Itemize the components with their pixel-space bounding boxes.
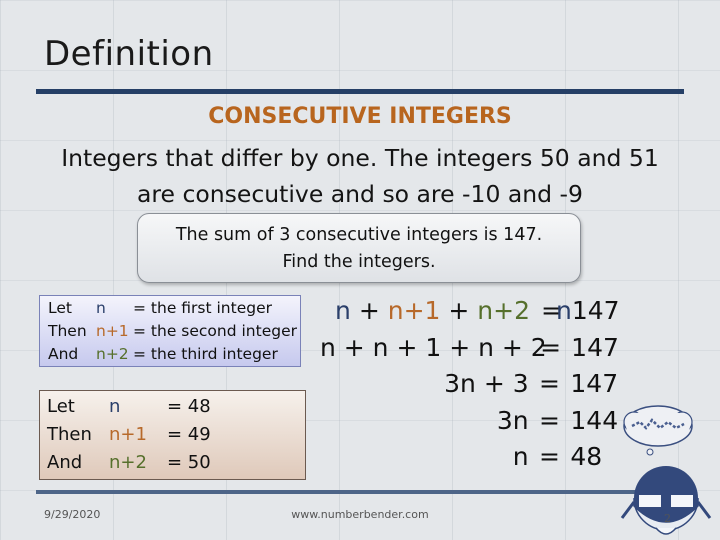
definition-row: Let n = the first integer xyxy=(48,297,300,320)
row-expression: n+1 xyxy=(96,322,129,340)
row-description: = the first integer xyxy=(133,299,272,317)
row-expression: n+2 xyxy=(96,345,129,363)
equation-rhs: n147 xyxy=(556,293,622,330)
row-value: = 48 xyxy=(167,396,211,417)
row-value: = 50 xyxy=(167,452,211,473)
equation-lhs: n xyxy=(512,442,529,471)
definition-row: Then n+1 = the second integer xyxy=(48,320,300,343)
equation-row: n + n + 1 + n + 2 = 147 xyxy=(320,330,630,367)
footer-page-number: 2 xyxy=(664,512,671,525)
answer-row: Then n+1 = 49 xyxy=(47,421,305,449)
equals-sign: = xyxy=(539,405,560,435)
row-keyword: Let xyxy=(48,299,72,317)
row-keyword: Then xyxy=(47,424,92,445)
thinking-character-icon: 2 xyxy=(620,405,712,535)
definition-line: are consecutive and so are -10 and -9 xyxy=(137,180,583,208)
equation-lhs: 3n + 3 xyxy=(444,369,529,398)
equation-row: n + n+1 + n+2 = n147 xyxy=(320,293,630,330)
rhs-value: 147 xyxy=(571,296,620,325)
variable-definition-box: Let n = the first integer Then n+1 = the… xyxy=(39,295,301,367)
answer-row: And n+2 = 50 xyxy=(47,449,305,477)
slide-title: Definition xyxy=(44,34,214,74)
title-divider xyxy=(36,89,684,94)
equation-row: 3n + 3 = 147 xyxy=(320,366,630,403)
row-expression: n+2 xyxy=(109,452,147,473)
row-keyword: And xyxy=(47,452,83,473)
problem-callout: The sum of 3 consecutive integers is 147… xyxy=(137,213,581,283)
equals-sign: = xyxy=(539,442,560,471)
row-keyword: And xyxy=(48,345,79,363)
equation-lhs: n + n+1 + n+2 xyxy=(320,293,530,330)
row-expression: n+1 xyxy=(109,424,147,445)
equation-row: n = 48 xyxy=(320,439,630,476)
footer-divider xyxy=(36,490,656,494)
equation-steps: n + n+1 + n+2 = n147 n + n + 1 + n + 2 =… xyxy=(320,293,630,476)
row-value: = 49 xyxy=(167,424,211,445)
row-description: = the third integer xyxy=(133,345,278,363)
answer-row: Let n = 48 xyxy=(47,393,305,421)
thought-bubble-icon xyxy=(623,405,693,456)
term-n: n xyxy=(335,296,351,325)
definition-text: Integers that differ by one. The integer… xyxy=(0,140,720,212)
definition-row: And n+2 = the third integer xyxy=(48,343,300,366)
definition-line: Integers that differ by one. The integer… xyxy=(61,144,659,172)
equation-rhs: 147 xyxy=(571,332,619,362)
problem-line: The sum of 3 consecutive integers is 147… xyxy=(175,225,543,245)
problem-line: Find the integers. xyxy=(282,252,436,272)
row-keyword: Then xyxy=(48,322,87,340)
equals-sign: = xyxy=(540,332,562,362)
equals-sign: = xyxy=(539,369,560,398)
plus-sign: + xyxy=(440,296,478,325)
term-n-plus-1: n+1 xyxy=(387,296,441,325)
section-heading: CONSECUTIVE INTEGERS xyxy=(208,104,512,129)
plus-sign: + xyxy=(350,296,388,325)
row-keyword: Let xyxy=(47,396,75,417)
row-expression: n xyxy=(96,299,106,317)
overlapping-n: n xyxy=(556,296,572,325)
row-description: = the second integer xyxy=(133,322,297,340)
equation-lhs: 3n xyxy=(496,405,529,435)
equation-lhs: n + n + 1 + n + 2 xyxy=(320,332,547,362)
answer-box: Let n = 48 Then n+1 = 49 And n+2 = 50 xyxy=(39,390,306,480)
equation-row: 3n = 144 xyxy=(320,403,630,440)
term-n-plus-2: n+2 xyxy=(477,296,530,325)
row-expression: n xyxy=(109,396,121,417)
